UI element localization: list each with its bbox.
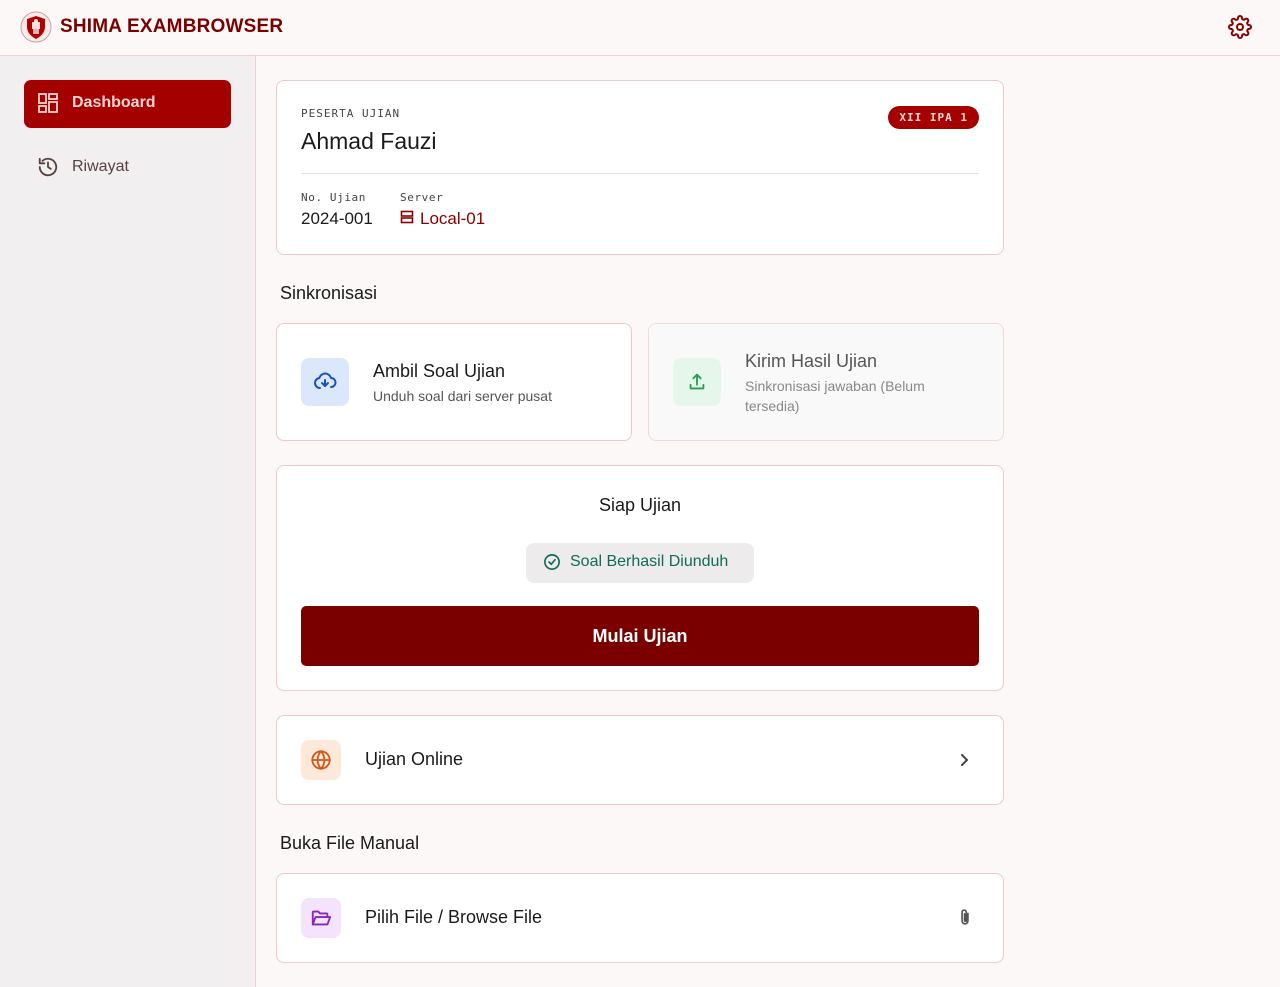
- paperclip-icon: [955, 907, 975, 929]
- upload-title: Kirim Hasil Ujian: [745, 351, 878, 371]
- status-text: Soal Berhasil Diunduh: [570, 553, 729, 570]
- divider: [301, 173, 979, 174]
- download-subtitle: Unduh soal dari server pusat: [373, 388, 552, 404]
- sync-section-title: Sinkronisasi: [280, 283, 378, 303]
- cloud-download-icon: [301, 358, 349, 406]
- sidebar: Dashboard Riwayat: [0, 56, 256, 987]
- exam-number: 2024-001: [301, 209, 373, 228]
- exam-number-label: No. Ujian: [301, 191, 367, 204]
- dashboard-icon: [37, 92, 59, 114]
- browse-file-label: Pilih File / Browse File: [365, 907, 543, 927]
- upload-icon: [673, 358, 721, 406]
- gear-icon[interactable]: [1228, 15, 1252, 39]
- globe-icon: [301, 740, 341, 780]
- manual-section-title: Buka File Manual: [280, 833, 420, 853]
- chevron-right-icon: [955, 749, 975, 771]
- browse-file-card[interactable]: Pilih File / Browse File: [276, 873, 1004, 963]
- upload-results-card[interactable]: Kirim Hasil Ujian Sinkronisasi jawaban (…: [648, 323, 1004, 441]
- ready-card: Siap Ujian Soal Berhasil Diunduh Mulai U…: [276, 465, 1004, 691]
- profile-card: PESERTA UJIAN Ahmad Fauzi XII IPA 1 No. …: [276, 80, 1004, 255]
- top-bar: SHIMA EXAMBROWSER: [0, 0, 1280, 56]
- download-title: Ambil Soal Ujian: [373, 361, 506, 381]
- online-exam-label: Ujian Online: [365, 749, 464, 769]
- upload-subtitle: Sinkronisasi jawaban (Belum tersedia): [745, 378, 925, 414]
- sidebar-item-dashboard[interactable]: Dashboard: [24, 80, 231, 128]
- sidebar-item-riwayat[interactable]: Riwayat: [24, 144, 231, 192]
- folder-open-icon: [301, 898, 341, 938]
- server-value-group: Local-01: [400, 209, 485, 229]
- sidebar-item-label: Riwayat: [72, 158, 129, 175]
- participant-name: Ahmad Fauzi: [301, 128, 437, 154]
- class-badge: XII IPA 1: [888, 106, 979, 129]
- ready-title: Siap Ujian: [598, 495, 682, 515]
- start-exam-button[interactable]: Mulai Ujian: [301, 606, 979, 666]
- server-label: Server: [400, 191, 444, 204]
- server-icon: [400, 209, 414, 229]
- sidebar-item-label: Dashboard: [72, 94, 156, 111]
- online-exam-card[interactable]: Ujian Online: [276, 715, 1004, 805]
- app-title: SHIMA EXAMBROWSER: [60, 16, 284, 37]
- server-name: Local-01: [420, 209, 486, 228]
- status-badge: Soal Berhasil Diunduh: [526, 543, 754, 583]
- participant-label: PESERTA UJIAN: [301, 107, 401, 120]
- check-circle-icon: [543, 553, 561, 576]
- school-shield-logo: [20, 11, 52, 43]
- history-icon: [37, 156, 59, 178]
- download-questions-card[interactable]: Ambil Soal Ujian Unduh soal dari server …: [276, 323, 632, 441]
